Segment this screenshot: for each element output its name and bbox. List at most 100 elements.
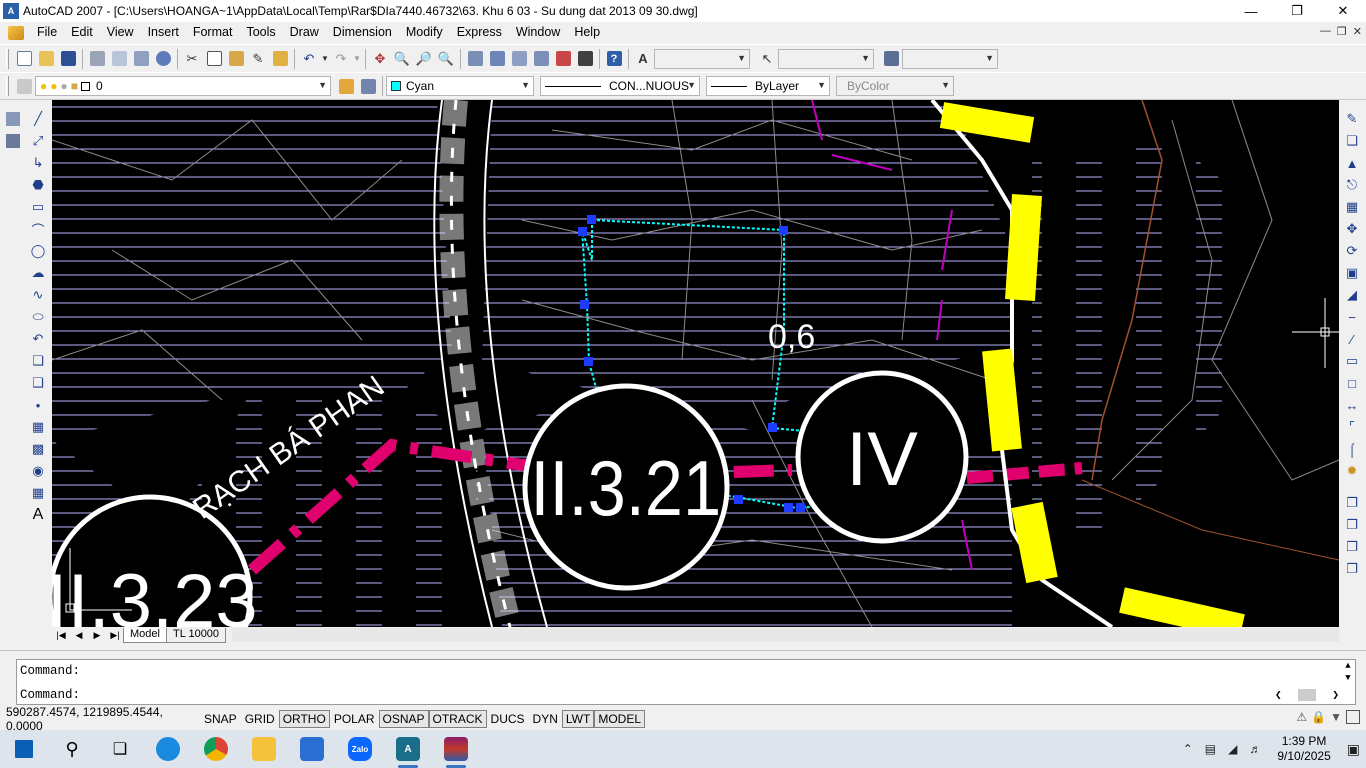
extend-icon[interactable]: ∕	[1342, 328, 1362, 350]
menu-tools[interactable]: Tools	[239, 22, 282, 43]
command-line-2[interactable]: Command:	[20, 687, 80, 703]
coordinate-readout[interactable]: 590287.4574, 1219895.4544, 0.0000	[0, 705, 200, 733]
menu-help[interactable]: Help	[567, 22, 607, 43]
restore-icon[interactable]: ❐	[1274, 0, 1320, 22]
winrar-icon[interactable]	[432, 730, 480, 768]
menu-draw[interactable]: Draw	[283, 22, 326, 43]
pan-icon[interactable]: ✥	[369, 48, 391, 70]
3d-dwf-icon[interactable]	[152, 48, 174, 70]
layer-isolate-icon[interactable]	[3, 130, 23, 152]
point-icon[interactable]: •	[28, 394, 48, 416]
layer-manager-icon[interactable]	[13, 75, 35, 97]
dyn-toggle[interactable]: DYN	[529, 710, 562, 728]
new-file-icon[interactable]	[13, 48, 35, 70]
region-icon[interactable]: ◉	[28, 460, 48, 482]
windows-start-icon[interactable]	[0, 730, 48, 768]
dim-style-icon[interactable]: ↖	[756, 48, 778, 70]
first-tab-icon[interactable]: |◀	[52, 628, 70, 642]
erase-icon[interactable]: ✎	[1342, 108, 1362, 130]
osnap-toggle[interactable]: OSNAP	[378, 710, 429, 728]
draworder-front-icon[interactable]: ❐	[1342, 492, 1362, 514]
network-icon[interactable]: ▤	[1199, 742, 1222, 756]
linetype-combo[interactable]: CON...NUOUS ▼	[540, 76, 700, 96]
hatch-icon[interactable]: ▦	[28, 416, 48, 438]
rotate-icon[interactable]: ⟳	[1342, 240, 1362, 262]
menu-express[interactable]: Express	[450, 22, 509, 43]
match-properties-icon[interactable]: ✎	[247, 48, 269, 70]
scroll-thumb[interactable]	[1298, 689, 1316, 701]
properties-icon[interactable]	[464, 48, 486, 70]
draworder-above-icon[interactable]: ❐	[1342, 536, 1362, 558]
paste-icon[interactable]	[225, 48, 247, 70]
sheet-set-icon[interactable]	[530, 48, 552, 70]
make-block-icon[interactable]: ❑	[28, 372, 48, 394]
block-editor-icon[interactable]	[269, 48, 291, 70]
copy-icon[interactable]	[203, 48, 225, 70]
layer-previous-icon[interactable]	[357, 75, 379, 97]
status-menu-icon[interactable]: ▼	[1330, 710, 1342, 724]
close-icon[interactable]: ✕	[1320, 0, 1366, 22]
layer-states-icon[interactable]	[3, 108, 23, 130]
wifi-icon[interactable]: ◢	[1222, 742, 1243, 756]
model-toggle[interactable]: MODEL	[594, 710, 646, 728]
table-style-combo[interactable]: ▼	[902, 48, 998, 69]
polyline-icon[interactable]: ↳	[28, 152, 48, 174]
ducs-toggle[interactable]: DUCS	[487, 710, 529, 728]
menu-modify[interactable]: Modify	[399, 22, 450, 43]
plotstyle-combo[interactable]: ByColor ▼	[836, 76, 954, 96]
command-history[interactable]: Command: Command: ▲ ▼ ❮ ❯	[16, 659, 1356, 705]
fillet-icon[interactable]: ⌠	[1342, 438, 1362, 460]
text-style-icon[interactable]: A	[632, 48, 654, 70]
help-icon[interactable]: ?	[603, 48, 625, 70]
lwt-toggle[interactable]: LWT	[561, 710, 595, 728]
minimize-icon[interactable]: —	[1228, 0, 1274, 22]
toolbar-grip[interactable]	[6, 48, 9, 69]
doc-minimize-icon[interactable]: —	[1320, 25, 1331, 38]
zalo-icon[interactable]: Zalo	[336, 730, 384, 768]
array-icon[interactable]: ▦	[1342, 196, 1362, 218]
search-icon[interactable]: ⚲	[48, 730, 96, 768]
circle-icon[interactable]: ◯	[28, 240, 48, 262]
ellipse-arc-icon[interactable]: ↶	[28, 328, 48, 350]
explode-icon[interactable]: ✹	[1342, 460, 1362, 482]
drawing-canvas[interactable]: II.3.21 IV II.3.23 RẠCH BÁ PHAN 0,6	[52, 100, 1339, 627]
undo-dropdown-icon[interactable]: ▼	[320, 48, 330, 70]
zoom-window-icon[interactable]: 🔎	[413, 48, 435, 70]
last-tab-icon[interactable]: ▶|	[106, 628, 124, 642]
revision-cloud-icon[interactable]: ☁	[28, 262, 48, 284]
mirror-icon[interactable]: ▲	[1342, 152, 1362, 174]
text-style-combo[interactable]: ▼	[654, 48, 750, 69]
publish-icon[interactable]	[130, 48, 152, 70]
construction-line-icon[interactable]: ⤢	[28, 130, 48, 152]
gradient-icon[interactable]: ▩	[28, 438, 48, 460]
trim-icon[interactable]: −	[1342, 306, 1362, 328]
otrack-toggle[interactable]: OTRACK	[428, 710, 487, 728]
tool-palettes-icon[interactable]	[508, 48, 530, 70]
layer-combo[interactable]: ● ● ● ■ 0 ▼	[35, 76, 331, 96]
chevron-up-icon[interactable]: ⌃	[1177, 742, 1199, 756]
tab-tl-10000[interactable]: TL 10000	[165, 627, 227, 643]
communication-center-icon[interactable]: ⚠	[1296, 710, 1307, 724]
clean-screen-icon[interactable]	[1346, 710, 1360, 724]
markup-icon[interactable]	[552, 48, 574, 70]
redo-icon[interactable]: ↷	[330, 48, 352, 70]
copy-object-icon[interactable]: ❏	[1342, 130, 1362, 152]
clock[interactable]: 1:39 PM 9/10/2025	[1267, 734, 1340, 764]
doc-restore-icon[interactable]: ❐	[1337, 25, 1347, 38]
ellipse-icon[interactable]: ⬭	[28, 306, 48, 328]
save-icon[interactable]	[57, 48, 79, 70]
command-scrollbar[interactable]: ▲ ▼	[1341, 660, 1355, 684]
menu-edit[interactable]: Edit	[64, 22, 100, 43]
scroll-left-icon[interactable]: ❮	[1275, 688, 1282, 702]
move-icon[interactable]: ✥	[1342, 218, 1362, 240]
break-icon[interactable]: □	[1342, 372, 1362, 394]
tab-model[interactable]: Model	[123, 627, 167, 643]
rectangle-icon[interactable]: ▭	[28, 196, 48, 218]
toolbar-grip[interactable]	[6, 76, 9, 96]
line-icon[interactable]: ╱	[28, 108, 48, 130]
print-icon[interactable]	[86, 48, 108, 70]
chrome-icon[interactable]	[192, 730, 240, 768]
grid-toggle[interactable]: GRID	[241, 710, 279, 728]
redo-dropdown-icon[interactable]: ▼	[352, 48, 362, 70]
design-center-icon[interactable]	[486, 48, 508, 70]
